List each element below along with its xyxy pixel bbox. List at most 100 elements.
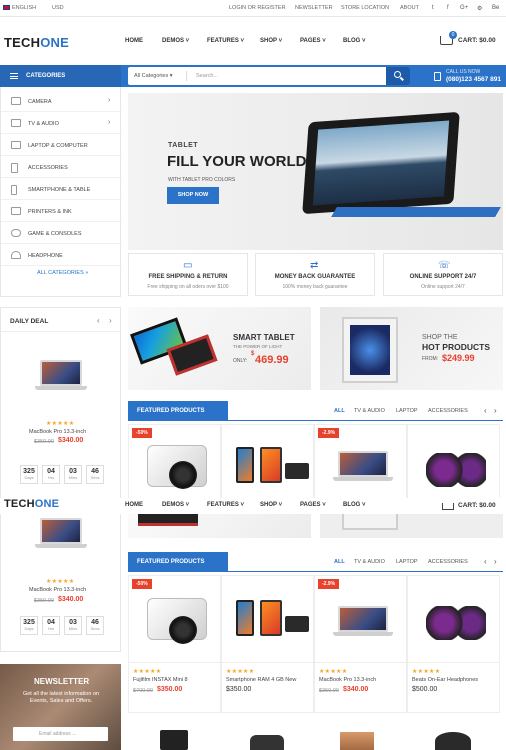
discount-badge: -50% (132, 428, 152, 438)
tab-accessories[interactable]: ACCESSORIES (428, 559, 468, 565)
behance-icon[interactable]: Be (492, 5, 499, 11)
hot-products-banner[interactable]: SHOP THE HOT PRODUCTS FROM: $249.99 (320, 307, 503, 390)
carousel-prev-arrow[interactable]: ‹ (484, 557, 487, 566)
sidebar-item-headphone[interactable]: HEADPHONE (1, 245, 122, 266)
sidebar-item-laptop[interactable]: LAPTOP & COMPUTER (1, 135, 122, 156)
sidebar-item-accessories[interactable]: ACCESSORIES (1, 157, 122, 178)
product-card[interactable]: -2.9% ★★★★★ MacBook Pro 13.3-inch $350.0… (314, 575, 407, 713)
partial-pc-image (342, 514, 398, 530)
deal-product-name[interactable]: MacBook Pro 13.3-inch (29, 429, 86, 435)
nav-pages[interactable]: PAGES ˅ (300, 38, 326, 44)
nav-features[interactable]: FEATURES ˅ (207, 38, 244, 44)
currency-selector[interactable]: USD (52, 5, 64, 11)
search-button[interactable] (386, 67, 410, 85)
countdown-value: 04 (47, 619, 55, 626)
facebook-icon[interactable]: f (447, 5, 449, 11)
product-card[interactable] (407, 424, 500, 500)
countdown-unit: Secs (90, 626, 100, 631)
product-card[interactable]: ★★★★★ Beats On-Ear Headphones $500.00 (407, 575, 500, 713)
twitter-icon[interactable]: t (432, 5, 434, 11)
product-name[interactable]: Beats On-Ear Headphones (412, 677, 478, 683)
sticky-nav-blog[interactable]: BLOG ˅ (343, 502, 366, 508)
language-selector[interactable]: ENGLISH (12, 5, 36, 11)
hero-shop-now-button[interactable]: SHOP NOW (167, 187, 219, 204)
featured-title-text: FEATURED PRODUCTS (137, 559, 205, 565)
deal-old-price: $350.00 (34, 439, 54, 445)
menu-icon-mid (10, 75, 18, 77)
refresh-icon: ⇄ (310, 260, 319, 271)
sticky-logo-part-b: ONE (34, 498, 60, 510)
sidebar-item-tv-audio[interactable]: TV & AUDIO › (1, 113, 122, 134)
site-header: TECHONE HOME DEMOS ˅ FEATURES ˅ SHOP ˅ P… (0, 17, 506, 65)
sidebar-item-camera[interactable]: CAMERA › (1, 91, 122, 112)
product-card[interactable]: -2.9% (314, 424, 407, 500)
sidebar-item-games[interactable]: GAME & CONSOLES (1, 223, 122, 244)
nav-blog[interactable]: BLOG ˅ (343, 38, 366, 44)
carousel-next-arrow[interactable]: › (494, 406, 497, 415)
sidebar-item-smartphone[interactable]: SMARTPHONE & TABLE (1, 179, 122, 200)
sticky-nav-shop[interactable]: SHOP ˅ (260, 502, 282, 508)
partial-tablet-image (138, 514, 198, 526)
smart-tablet-title: SMART TABLET (233, 333, 295, 342)
deal-next-arrow[interactable]: › (109, 316, 112, 325)
cart-total: CART: $0.00 (458, 37, 496, 44)
chevron-right-icon: › (108, 97, 111, 104)
nav-home[interactable]: HOME (125, 38, 143, 44)
store-locator-link[interactable]: STORE LOCATION (341, 5, 389, 11)
product-card[interactable]: ★★★★★ Smartphone RAM 4 GB New $350.00 (221, 575, 314, 713)
feature-free-shipping: ▭ FREE SHIPPING & RETURN Free shipping on … (128, 253, 248, 296)
github-icon[interactable]: ⚙ (477, 5, 482, 12)
headphones-product-image (426, 453, 486, 487)
sticky-nav-home[interactable]: HOME (125, 502, 143, 508)
smart-tablet-banner[interactable]: SMART TABLET THE POWER OF LIGHT ONLY: $ … (128, 307, 311, 390)
category-select[interactable]: All Categories ▾ (134, 73, 173, 79)
logo[interactable]: TECHONE (4, 35, 69, 50)
sticky-nav-pages[interactable]: PAGES ˅ (300, 502, 326, 508)
tab-laptop[interactable]: LAPTOP (396, 408, 418, 414)
sticky-nav-features[interactable]: FEATURES ˅ (207, 502, 244, 508)
tab-all[interactable]: ALL (334, 408, 345, 414)
countdown-unit: Mins (68, 475, 78, 480)
deal-product-name[interactable]: MacBook Pro 13.3-inch (29, 587, 86, 593)
sticky-logo[interactable]: TECHONE (4, 498, 59, 510)
login-link[interactable]: LOGIN OR REGISTER (229, 5, 286, 11)
product-card[interactable]: -50% (128, 424, 221, 500)
all-categories-link[interactable]: ALL CATEGORIES » (37, 270, 88, 276)
smart-tablet-price-sup: $ (251, 351, 255, 357)
newsletter-text: Get all the latest information on Events… (22, 691, 100, 704)
about-link[interactable]: ABOUT (400, 5, 419, 11)
nav-shop[interactable]: SHOP ˅ (260, 38, 282, 44)
deal-product-image[interactable] (35, 360, 87, 390)
carousel-prev-arrow[interactable]: ‹ (484, 406, 487, 415)
sticky-cart-total[interactable]: CART: $0.00 (458, 502, 496, 509)
tab-tv-audio[interactable]: TV & AUDIO (354, 559, 385, 565)
search-input[interactable]: Search... (196, 73, 376, 79)
deal-rating: ★★★★★ (46, 579, 75, 585)
sticky-nav-demos[interactable]: DEMOS ˅ (162, 502, 189, 508)
google-plus-icon[interactable]: G+ (460, 5, 468, 11)
sidebar-item-printers[interactable]: PRINTERS & INK (1, 201, 122, 222)
product-card[interactable]: -50% ★★★★★ Fujifilm INSTAX Mini 8 $700.0… (128, 575, 221, 713)
deal-product-image[interactable] (35, 518, 87, 548)
product-name[interactable]: Fujifilm INSTAX Mini 8 (133, 677, 188, 683)
product-name[interactable]: MacBook Pro 13.3-inch (319, 677, 376, 683)
product-new-price: $340.00 (343, 686, 369, 693)
newsletter-email-input[interactable]: Email address ... (13, 727, 108, 741)
feature-support: ☏ ONLINE SUPPORT 24/7 Online support 24/7 (383, 253, 503, 296)
newsletter-link[interactable]: NEWSLETTER (295, 5, 333, 11)
nav-demos-label: DEMOS (162, 38, 185, 44)
tab-accessories[interactable]: ACCESSORIES (428, 408, 468, 414)
nav-demos[interactable]: DEMOS ˅ (162, 38, 189, 44)
product-rating: ★★★★★ (133, 669, 162, 675)
categories-toggle[interactable]: CATEGORIES (0, 65, 121, 87)
tab-laptop[interactable]: LAPTOP (396, 559, 418, 565)
countdown-unit: Mins (68, 626, 78, 631)
carousel-next-arrow[interactable]: › (494, 557, 497, 566)
product-card[interactable] (221, 424, 314, 500)
deal-prev-arrow[interactable]: ‹ (97, 316, 100, 325)
call-label: CALL US NOW (446, 69, 481, 75)
product-name[interactable]: Smartphone RAM 4 GB New (226, 677, 296, 683)
tab-all[interactable]: ALL (334, 559, 345, 565)
tab-tv-audio[interactable]: TV & AUDIO (354, 408, 385, 414)
camera-icon (11, 97, 21, 105)
